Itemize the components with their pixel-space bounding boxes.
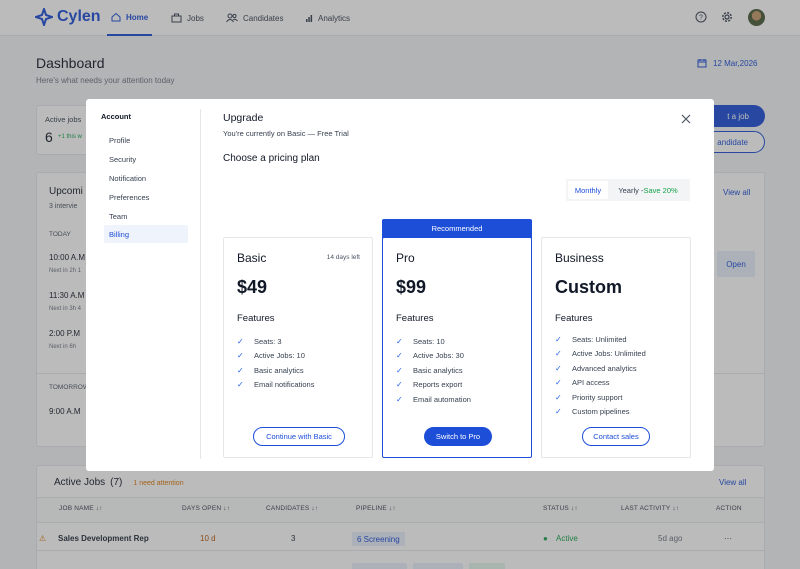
check-icon: ✓ <box>237 351 244 361</box>
account-heading: Account <box>101 112 131 121</box>
menu-security[interactable]: Security <box>104 150 188 168</box>
plan-card-basic: Basic 14 days left $49 Features ✓ Seats: … <box>223 237 373 458</box>
choose-plan-heading: Choose a pricing plan <box>223 153 320 164</box>
close-icon[interactable] <box>680 112 692 124</box>
check-icon: ✓ <box>555 407 562 417</box>
check-icon: ✓ <box>555 349 562 359</box>
check-icon: ✓ <box>555 378 562 388</box>
feature-item: ✓ Active Jobs: 30 <box>396 351 464 361</box>
check-icon: ✓ <box>237 380 244 390</box>
plan-card-business: Business Custom Features ✓ Seats: Unlimit… <box>541 237 691 458</box>
plan-price: Custom <box>555 277 622 297</box>
check-icon: ✓ <box>396 394 403 404</box>
check-icon: ✓ <box>555 392 562 402</box>
feature-item: ✓ Basic analytics <box>396 365 463 375</box>
feature-list: ✓ Seats: 3 ✓ Active Jobs: 10 ✓ Basic analyt… <box>237 334 314 392</box>
check-icon: ✓ <box>396 380 403 390</box>
feature-list: ✓ Seats: 10 ✓ Active Jobs: 30 ✓ Basic analy… <box>396 334 471 407</box>
toggle-yearly[interactable]: Yearly - Save 20% <box>608 181 688 199</box>
yearly-label: Yearly - <box>618 185 644 195</box>
feature-item: ✓ Reports export <box>396 380 463 390</box>
save-badge: Save 20% <box>643 185 678 195</box>
feature-item: ✓ Seats: Unlimited <box>555 334 627 344</box>
feature-item: ✓ Active Jobs: 10 <box>237 351 305 361</box>
features-heading: Features <box>237 313 275 324</box>
feature-item: ✓ Basic analytics <box>237 365 304 375</box>
feature-item: ✓ Advanced analytics <box>555 363 637 373</box>
features-heading: Features <box>396 313 434 324</box>
feature-item: ✓ Active Jobs: Unlimited <box>555 349 646 359</box>
feature-item: ✓ Seats: 3 <box>237 336 282 346</box>
menu-team[interactable]: Team <box>104 207 188 225</box>
check-icon: ✓ <box>555 363 562 373</box>
plan-price: $49 <box>237 277 268 297</box>
feature-list: ✓ Seats: Unlimited ✓ Active Jobs: Unlimite… <box>555 332 646 419</box>
plan-name: Pro <box>396 251 415 265</box>
switch-to-pro-button[interactable]: Switch to Pro <box>424 427 492 446</box>
feature-item: ✓ Priority support <box>555 392 623 402</box>
feature-item: ✓ Seats: 10 <box>396 336 445 346</box>
contact-sales-button[interactable]: Contact sales <box>582 427 650 446</box>
modal-title: Upgrade <box>223 112 264 124</box>
upgrade-modal: Account Profile Security Notification Pr… <box>86 99 714 471</box>
current-plan-text: You're currently on Basic — Free Trial <box>223 129 349 138</box>
recommended-badge: Recommended <box>382 219 532 238</box>
trial-days-badge: 14 days left <box>326 254 360 261</box>
plan-name: Business <box>555 251 604 265</box>
check-icon: ✓ <box>396 365 403 375</box>
check-icon: ✓ <box>555 334 562 344</box>
features-heading: Features <box>555 313 593 324</box>
feature-item: ✓ Email automation <box>396 394 471 404</box>
billing-period-toggle: Monthly Yearly - Save 20% <box>566 179 690 201</box>
check-icon: ✓ <box>237 336 244 346</box>
check-icon: ✓ <box>396 351 403 361</box>
plan-price: $99 <box>396 277 427 297</box>
continue-basic-button[interactable]: Continue with Basic <box>253 427 345 446</box>
toggle-monthly[interactable]: Monthly <box>568 181 608 199</box>
menu-billing[interactable]: Billing <box>104 225 188 243</box>
feature-item: ✓ Email notifications <box>237 380 315 390</box>
plan-card-pro: Pro $99 Features ✓ Seats: 10 ✓ Active Jobs… <box>382 237 532 458</box>
feature-item: ✓ API access <box>555 378 610 388</box>
check-icon: ✓ <box>396 336 403 346</box>
sidebar-divider <box>200 109 201 459</box>
feature-item: ✓ Custom pipelines <box>555 407 630 417</box>
menu-notification[interactable]: Notification <box>104 169 188 187</box>
check-icon: ✓ <box>237 365 244 375</box>
menu-preferences[interactable]: Preferences <box>104 188 188 206</box>
menu-profile[interactable]: Profile <box>104 131 188 149</box>
plan-name: Basic <box>237 251 267 265</box>
